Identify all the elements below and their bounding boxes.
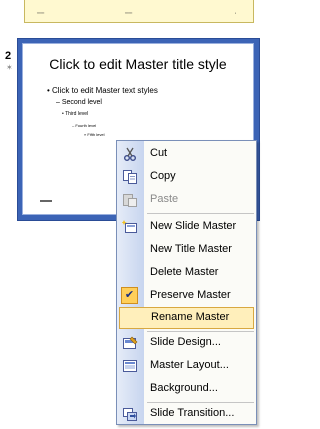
menu-item-label: Rename Master	[151, 311, 230, 323]
menu-item-new-slide-master[interactable]: New Slide Master	[117, 216, 256, 238]
footer-text: ▪	[235, 11, 237, 15]
menu-item-label: New Title Master	[150, 243, 232, 255]
master-layout-icon	[123, 360, 137, 372]
menu-item-label: Slide Design...	[150, 336, 221, 348]
body-level-1: • Click to edit Master text styles	[47, 86, 158, 95]
new-slide-master-icon	[122, 220, 137, 233]
menu-item-slide-design[interactable]: Slide Design...	[117, 332, 256, 354]
slide-transition-icon	[123, 408, 137, 421]
menu-item-label: Delete Master	[150, 266, 219, 278]
slide-design-icon	[123, 336, 138, 349]
slide-number: 2	[5, 50, 12, 62]
body-level-2: – Second level	[56, 99, 102, 106]
paste-icon	[123, 194, 137, 207]
copy-icon	[123, 170, 137, 184]
checkmark-icon: ✔	[121, 287, 138, 304]
menu-item-label: Paste	[150, 193, 179, 205]
menu-item-new-title-master[interactable]: New Title Master	[117, 239, 256, 261]
master-title-placeholder: Click to edit Master title style	[49, 56, 227, 72]
menu-item-label: Background...	[150, 382, 218, 394]
menu-item-label: Master Layout...	[150, 359, 229, 371]
body-level-3: • Third level	[62, 111, 89, 117]
menu-item-label: Slide Transition...	[150, 407, 235, 419]
scissors-icon	[124, 147, 136, 161]
menu-item-cut[interactable]: Cut	[117, 143, 256, 165]
menu-item-delete-master[interactable]: Delete Master	[117, 262, 256, 284]
footer-text: ━━━━	[125, 11, 133, 15]
context-menu: Cut Copy Paste New Slide Master New Titl…	[116, 140, 257, 425]
menu-item-label: Copy	[150, 170, 176, 182]
menu-item-label: Cut	[150, 147, 168, 159]
footer-text: ━━━━	[37, 11, 45, 15]
menu-item-preserve-master[interactable]: ✔ Preserve Master	[117, 285, 256, 307]
menu-item-label: New Slide Master	[150, 220, 237, 232]
slide-thumbnail-1-canvas[interactable]: ━━━━ ━━━━ ▪	[24, 0, 254, 23]
body-level-5: » Fifth level	[84, 132, 105, 137]
menu-item-background[interactable]: Background...	[117, 378, 256, 400]
footer-placeholder	[40, 200, 52, 202]
body-level-4: – Fourth level	[72, 123, 97, 128]
menu-item-rename-master[interactable]: Rename Master	[119, 307, 254, 329]
menu-item-paste[interactable]: Paste	[117, 189, 256, 211]
menu-item-master-layout[interactable]: Master Layout...	[117, 355, 256, 377]
menu-item-slide-transition[interactable]: Slide Transition...	[117, 403, 256, 425]
animation-star-icon: ✶	[6, 63, 13, 72]
menu-separator	[147, 213, 254, 214]
menu-item-copy[interactable]: Copy	[117, 166, 256, 188]
menu-item-label: Preserve Master	[150, 289, 231, 301]
